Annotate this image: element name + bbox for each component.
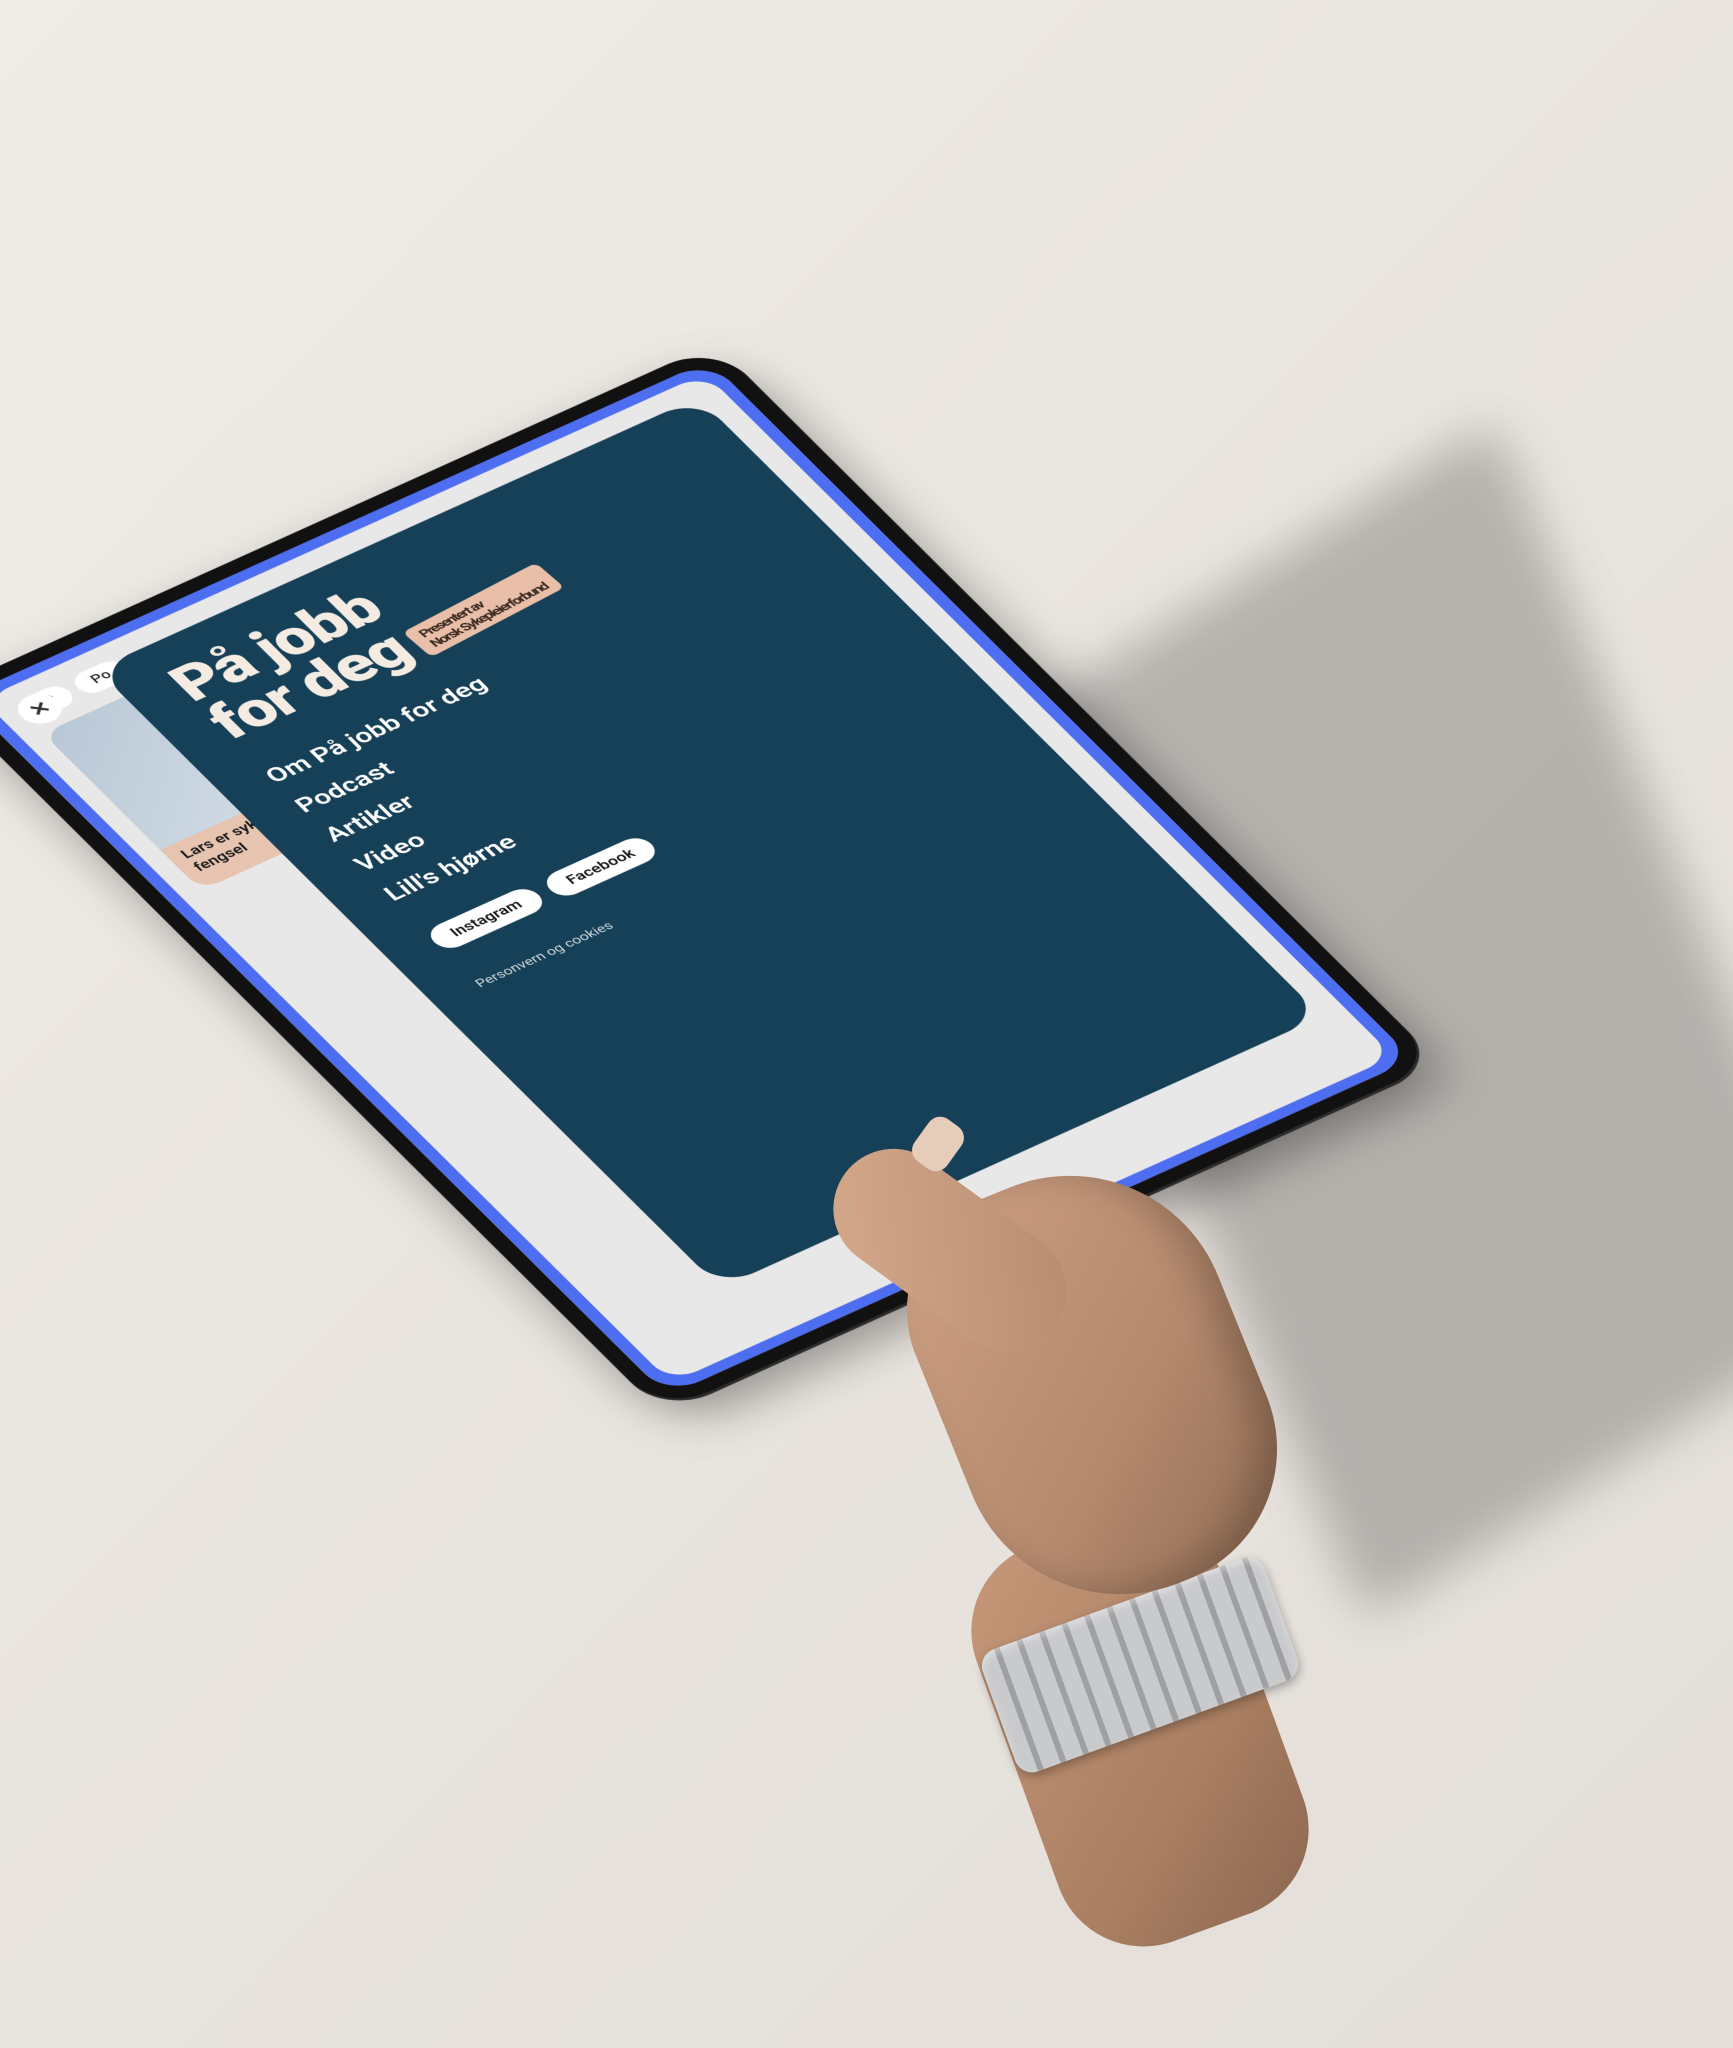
app-outer-frame: Alt Po Lars er syk fengsel bbox=[0, 360, 1413, 1396]
social-instagram[interactable]: Instagram bbox=[423, 884, 549, 953]
social-facebook[interactable]: Facebook bbox=[539, 833, 662, 900]
mockup-scene: Alt Po Lars er syk fengsel bbox=[0, 0, 1733, 2048]
tablet-screen: Alt Po Lars er syk fengsel bbox=[0, 360, 1413, 1396]
menu-overlay: På jobb for deg Presentert avNorsk Sykep… bbox=[96, 397, 1322, 1288]
wrist bbox=[946, 1488, 1334, 1972]
watch-band bbox=[977, 1553, 1303, 1778]
app-background: Alt Po Lars er syk fengsel bbox=[0, 373, 1394, 1383]
close-icon: ✕ bbox=[24, 697, 56, 720]
